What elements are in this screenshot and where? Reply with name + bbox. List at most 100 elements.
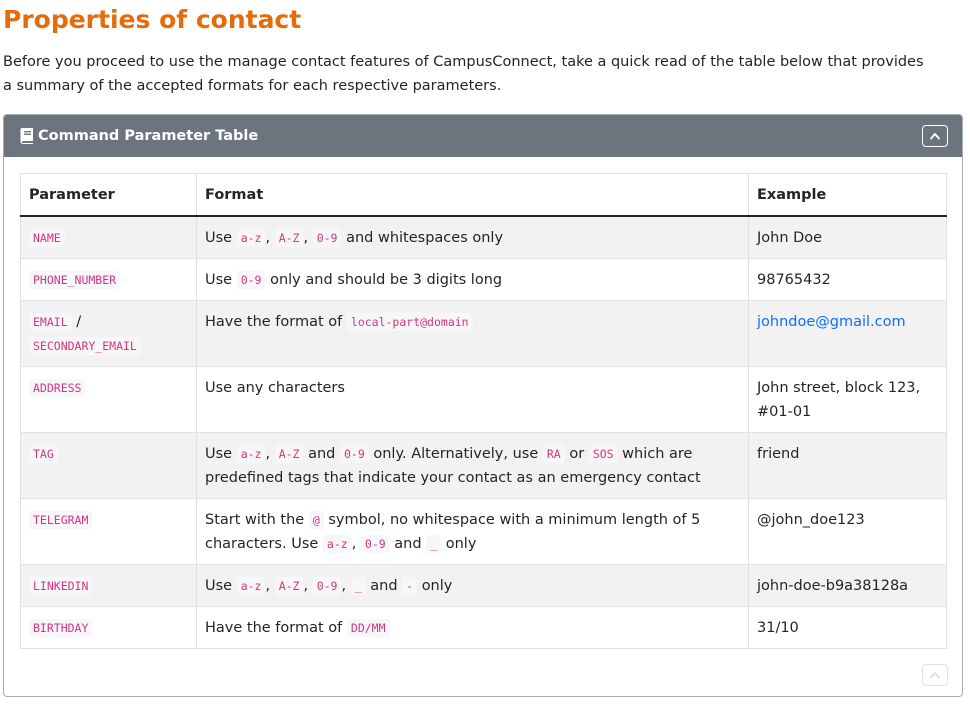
format-code: 0-9 [312, 577, 342, 595]
parameter-table: Parameter Format Example NAME Use a-z, A… [20, 173, 947, 649]
format-text: Start with the [205, 512, 305, 528]
example-cell: @john_doe123 [748, 498, 947, 565]
format-text: Use [205, 272, 233, 288]
format-code: A-Z [274, 229, 304, 247]
card-title: Command Parameter Table [38, 128, 259, 144]
format-text: and [370, 578, 398, 594]
format-code: local-part@domain [346, 313, 473, 331]
format-text: Use any characters [205, 380, 345, 396]
format-cell: Use a-z, A-Z, 0-9, _ and - only [196, 564, 749, 607]
format-cell: Use any characters [196, 366, 749, 433]
page: Properties of contact Before you proceed… [0, 0, 970, 707]
collapse-button[interactable] [922, 125, 948, 147]
format-code: a-z [236, 445, 266, 463]
example-cell: friend [748, 432, 947, 499]
chevron-up-icon [930, 133, 940, 140]
format-code: _ [350, 577, 366, 595]
format-text: or [569, 446, 585, 462]
table-row: TAG Use a-z, A-Z and 0-9 only. Alternati… [20, 432, 947, 499]
format-text: Use [205, 578, 233, 594]
format-cell: Use a-z, A-Z, 0-9 and whitespaces only [196, 215, 749, 259]
format-text: only [445, 536, 477, 552]
parameter-cell: LINKEDIN [20, 564, 197, 607]
format-separator: , [303, 230, 309, 246]
param-separator: / [76, 314, 82, 330]
example-cell: john-doe-b9a38128a [748, 564, 947, 607]
example-cell: John Doe [748, 215, 947, 259]
format-code: A-Z [274, 445, 304, 463]
table-row: ADDRESS Use any characters John street, … [20, 366, 947, 433]
example-cell: John street, block 123, #01-01 [748, 366, 947, 433]
collapse-button-bottom[interactable] [922, 664, 948, 686]
format-text: only. Alternatively, use [373, 446, 539, 462]
format-text: Use [205, 446, 233, 462]
example-cell: johndoe@gmail.com [748, 300, 947, 367]
format-text: Have the format of [205, 314, 343, 330]
format-code: a-z [236, 229, 266, 247]
intro-text: Before you proceed to use the manage con… [3, 54, 924, 94]
format-separator: , [351, 536, 357, 552]
parameter-cell: ADDRESS [20, 366, 197, 433]
parameter-cell: PHONE_NUMBER [20, 258, 197, 301]
format-separator: , [341, 578, 347, 594]
table-row: NAME Use a-z, A-Z, 0-9 and whitespaces o… [20, 215, 947, 259]
param-code: LINKEDIN [29, 577, 93, 595]
table-row: PHONE_NUMBER Use 0-9 only and should be … [20, 258, 947, 301]
table-row: BIRTHDAY Have the format of DD/MM 31/10 [20, 606, 947, 649]
parameter-cell: TAG [20, 432, 197, 499]
format-separator: , [265, 578, 271, 594]
format-code: _ [426, 535, 442, 553]
param-code: EMAIL [29, 313, 72, 331]
parameter-cell: BIRTHDAY [20, 606, 197, 649]
example-cell: 98765432 [748, 258, 947, 301]
format-code: @ [308, 511, 324, 529]
format-text: and [308, 446, 336, 462]
format-text: only [421, 578, 453, 594]
table-header-row: Parameter Format Example [20, 173, 947, 217]
format-code: 0-9 [339, 445, 369, 463]
format-code: - [402, 577, 418, 595]
param-code: PHONE_NUMBER [29, 271, 121, 289]
param-code: TAG [29, 445, 58, 463]
example-cell: 31/10 [748, 606, 947, 649]
table-row: EMAIL / SECONDARY_EMAIL Have the format … [20, 300, 947, 367]
format-code: SOS [588, 445, 618, 463]
format-cell: Have the format of local-part@domain [196, 300, 749, 367]
chevron-up-icon [930, 672, 940, 679]
header-parameter: Parameter [20, 173, 197, 217]
param-code: TELEGRAM [29, 511, 93, 529]
format-cell: Use a-z, A-Z and 0-9 only. Alternatively… [196, 432, 749, 499]
format-code: 0-9 [312, 229, 342, 247]
parameter-cell: EMAIL / SECONDARY_EMAIL [20, 300, 197, 367]
format-code: a-z [322, 535, 352, 553]
format-cell: Have the format of DD/MM [196, 606, 749, 649]
format-code: A-Z [274, 577, 304, 595]
format-separator: , [303, 578, 309, 594]
format-code: 0-9 [360, 535, 390, 553]
page-title: Properties of contact [3, 5, 302, 34]
format-text: Have the format of [205, 620, 343, 636]
header-example: Example [748, 173, 947, 217]
format-cell: Use 0-9 only and should be 3 digits long [196, 258, 749, 301]
param-code: NAME [29, 229, 65, 247]
format-text: and whitespaces only [346, 230, 504, 246]
card-header[interactable]: Command Parameter Table [4, 115, 962, 157]
format-cell: Start with the @ symbol, no whitespace w… [196, 498, 749, 565]
format-separator: , [265, 446, 271, 462]
book-icon [20, 128, 33, 144]
param-code: BIRTHDAY [29, 619, 93, 637]
param-code: SECONDARY_EMAIL [29, 337, 141, 355]
parameter-cell: TELEGRAM [20, 498, 197, 565]
format-text: only and should be 3 digits long [270, 272, 503, 288]
format-text: Use [205, 230, 233, 246]
param-code: ADDRESS [29, 379, 86, 397]
header-format: Format [196, 173, 749, 217]
format-code: 0-9 [236, 271, 266, 289]
table-row: TELEGRAM Start with the @ symbol, no whi… [20, 498, 947, 565]
email-link[interactable]: johndoe@gmail.com [757, 314, 906, 330]
format-separator: , [265, 230, 271, 246]
format-text: and [394, 536, 422, 552]
table-row: LINKEDIN Use a-z, A-Z, 0-9, _ and - only… [20, 564, 947, 607]
parameter-cell: NAME [20, 215, 197, 259]
format-code: RA [542, 445, 565, 463]
